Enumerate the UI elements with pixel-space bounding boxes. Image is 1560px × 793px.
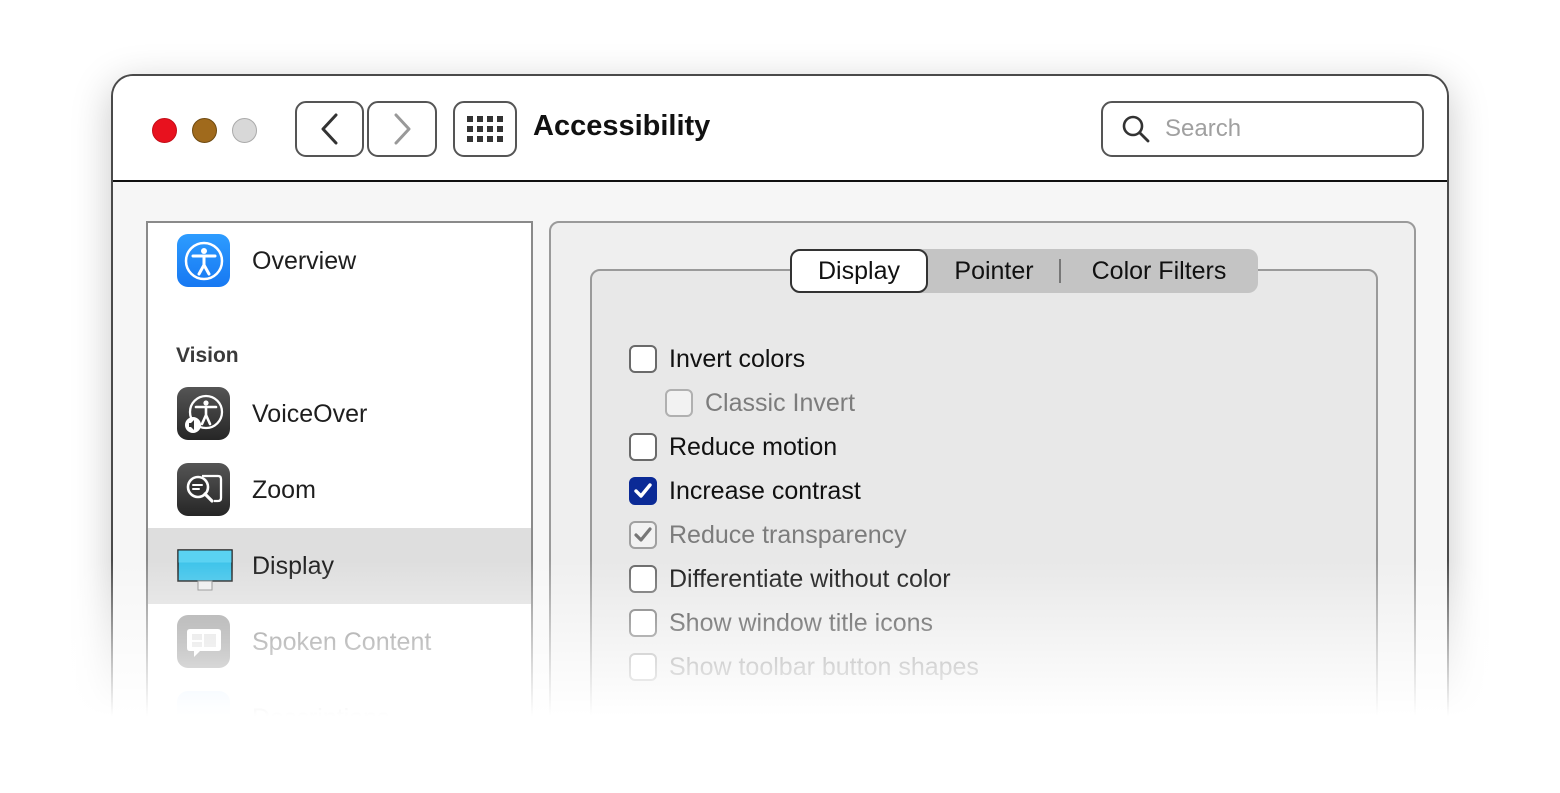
accessibility-icon: [177, 234, 230, 287]
option-label: Reduce motion: [669, 432, 838, 461]
descriptions-icon: [177, 691, 230, 744]
sidebar-item-zoom[interactable]: Zoom: [148, 452, 531, 528]
minimize-window-button[interactable]: [192, 118, 217, 143]
sidebar-item-label: VoiceOver: [252, 399, 368, 428]
checkmark-icon: [634, 527, 652, 542]
chevron-left-icon: [321, 113, 337, 145]
spoken-content-icon: [177, 615, 230, 668]
chevron-right-icon: [394, 113, 411, 145]
option-label: Show toolbar button shapes: [669, 652, 979, 681]
display-icon: [177, 544, 233, 597]
differentiate-without-color-checkbox[interactable]: [629, 565, 657, 593]
sidebar-item-spoken-content[interactable]: Spoken Content: [148, 604, 531, 680]
show-window-title-icons-checkbox[interactable]: [629, 609, 657, 637]
search-icon: [1122, 115, 1150, 143]
zoom-icon: [177, 463, 230, 516]
invert-colors-checkbox[interactable]: [629, 345, 657, 373]
option-increase-contrast[interactable]: Increase contrast: [629, 476, 861, 506]
option-label: Show window title icons: [669, 608, 934, 637]
show-toolbar-button-shapes-checkbox[interactable]: [629, 653, 657, 681]
display-settings-pane: Display Pointer Color Filters Invert col…: [549, 221, 1416, 774]
sidebar-item-label: Display: [252, 551, 334, 580]
search-input[interactable]: [1165, 115, 1395, 143]
option-classic-invert: Classic Invert: [665, 388, 855, 418]
sidebar-item-label: Overview: [252, 246, 357, 275]
sidebar: Overview Vision VoiceOver Zoom Display S…: [146, 221, 533, 774]
tab-divider: [1059, 259, 1061, 283]
option-label: Invert colors: [669, 344, 806, 373]
zoom-window-button[interactable]: [232, 118, 257, 143]
forward-button[interactable]: [367, 101, 437, 157]
option-label: Reduce transparency: [669, 520, 907, 549]
reduce-motion-checkbox[interactable]: [629, 433, 657, 461]
sidebar-item-overview[interactable]: Overview: [148, 223, 531, 299]
sidebar-item-label: Zoom: [252, 475, 316, 504]
search-field[interactable]: [1101, 101, 1424, 157]
sidebar-item-descriptions[interactable]: Descriptions: [148, 680, 531, 756]
increase-contrast-checkbox[interactable]: [629, 477, 657, 505]
option-differentiate-without-color[interactable]: Differentiate without color: [629, 564, 951, 594]
tab-display[interactable]: Display: [790, 249, 928, 293]
sidebar-item-label: Spoken Content: [252, 627, 432, 656]
option-show-toolbar-button-shapes[interactable]: Show toolbar button shapes: [629, 652, 979, 682]
option-label: Differentiate without color: [669, 564, 951, 593]
toolbar: Accessibility: [113, 76, 1447, 182]
tab-pointer[interactable]: Pointer: [932, 249, 1056, 293]
window-title: Accessibility: [533, 110, 711, 142]
section-header-vision: Vision: [176, 344, 239, 367]
voiceover-icon: [177, 387, 230, 440]
close-window-button[interactable]: [152, 118, 177, 143]
option-label: Increase contrast: [669, 476, 861, 505]
checkmark-icon: [634, 483, 652, 498]
sidebar-item-label: Descriptions: [252, 703, 390, 732]
classic-invert-checkbox: [665, 389, 693, 417]
option-invert-colors[interactable]: Invert colors: [629, 344, 805, 374]
option-show-window-title-icons[interactable]: Show window title icons: [629, 608, 933, 638]
sidebar-item-display[interactable]: Display: [148, 528, 531, 604]
sidebar-item-voiceover[interactable]: VoiceOver: [148, 376, 531, 452]
option-reduce-transparency: Reduce transparency: [629, 520, 907, 550]
system-preferences-window: Accessibility Overview Vision VoiceOver …: [111, 74, 1449, 774]
reduce-transparency-checkbox: [629, 521, 657, 549]
option-label: Classic Invert: [705, 388, 856, 417]
grid-icon: [467, 116, 503, 142]
back-button[interactable]: [295, 101, 364, 157]
show-all-button[interactable]: [453, 101, 517, 157]
tab-bar: Display Pointer Color Filters: [790, 249, 1258, 293]
option-reduce-motion[interactable]: Reduce motion: [629, 432, 837, 462]
tab-color-filters[interactable]: Color Filters: [1064, 249, 1254, 293]
options-group-box: Display Pointer Color Filters Invert col…: [590, 249, 1378, 774]
